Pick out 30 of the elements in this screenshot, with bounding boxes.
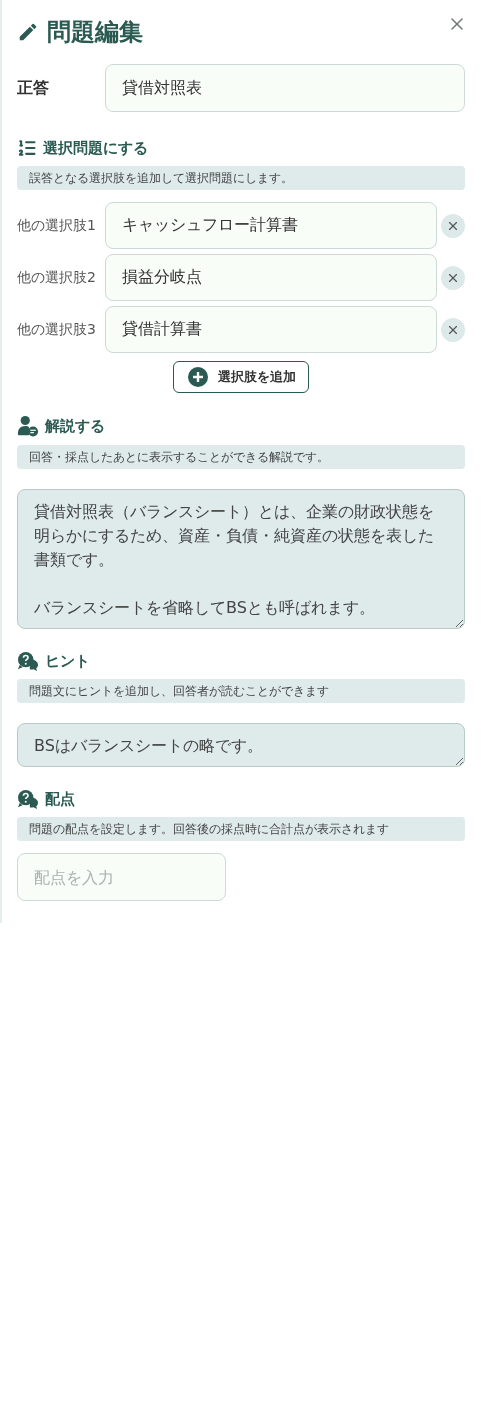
plus-icon — [188, 367, 208, 387]
remove-button[interactable] — [441, 213, 465, 238]
choice-input[interactable]: 貸借計算書 — [105, 306, 437, 353]
text-area[interactable]: BSはバランスシートの略です。 — [17, 723, 465, 767]
section-description: 問題の配点を設定します。回答後の採点時に合計点が表示されます — [17, 817, 465, 841]
choice-label: 他の選択肢2 — [17, 268, 97, 287]
answer-label: 正答 — [17, 77, 50, 99]
choice-label: 他の選択肢1 — [17, 216, 97, 235]
person-chat-icon — [17, 415, 39, 437]
choice-input[interactable]: キャッシュフロー計算書 — [105, 202, 437, 249]
remove-button[interactable] — [441, 265, 465, 290]
section-description: 回答・採点したあとに表示することができる解説です。 — [17, 445, 465, 469]
question-chat-icon — [17, 789, 39, 809]
section-description: 誤答となる選択肢を追加して選択問題にします。 — [17, 166, 465, 190]
add-choice-button[interactable]: 選択肢を追加 — [173, 361, 309, 393]
remove-button[interactable] — [441, 317, 465, 342]
choice-input[interactable]: 損益分岐点 — [105, 254, 437, 301]
question-chat-icon — [17, 651, 39, 671]
section-description: 問題文にヒントを追加し、回答者が読むことができます — [17, 679, 465, 703]
section-heading: 解説する — [45, 416, 105, 436]
points-input[interactable]: 配点を入力 — [17, 853, 226, 901]
text-area[interactable]: 貸借対照表（バランスシート）とは、企業の財政状態を明らかにするため、資産・負債・純資産の状態を表した書類です。 バランスシートを省略してBSとも呼ばれます。 — [17, 489, 465, 629]
pencil-icon — [17, 21, 39, 43]
section-heading: 配点 — [45, 789, 75, 809]
section-heading: 選択問題にする — [43, 138, 148, 158]
section-heading: ヒント — [45, 651, 90, 671]
numbered-list-icon — [17, 138, 37, 158]
answer-input[interactable]: 貸借対照表 — [105, 64, 465, 112]
choice-label: 他の選択肢3 — [17, 320, 97, 339]
panel-title: 問題編集 — [47, 17, 143, 48]
